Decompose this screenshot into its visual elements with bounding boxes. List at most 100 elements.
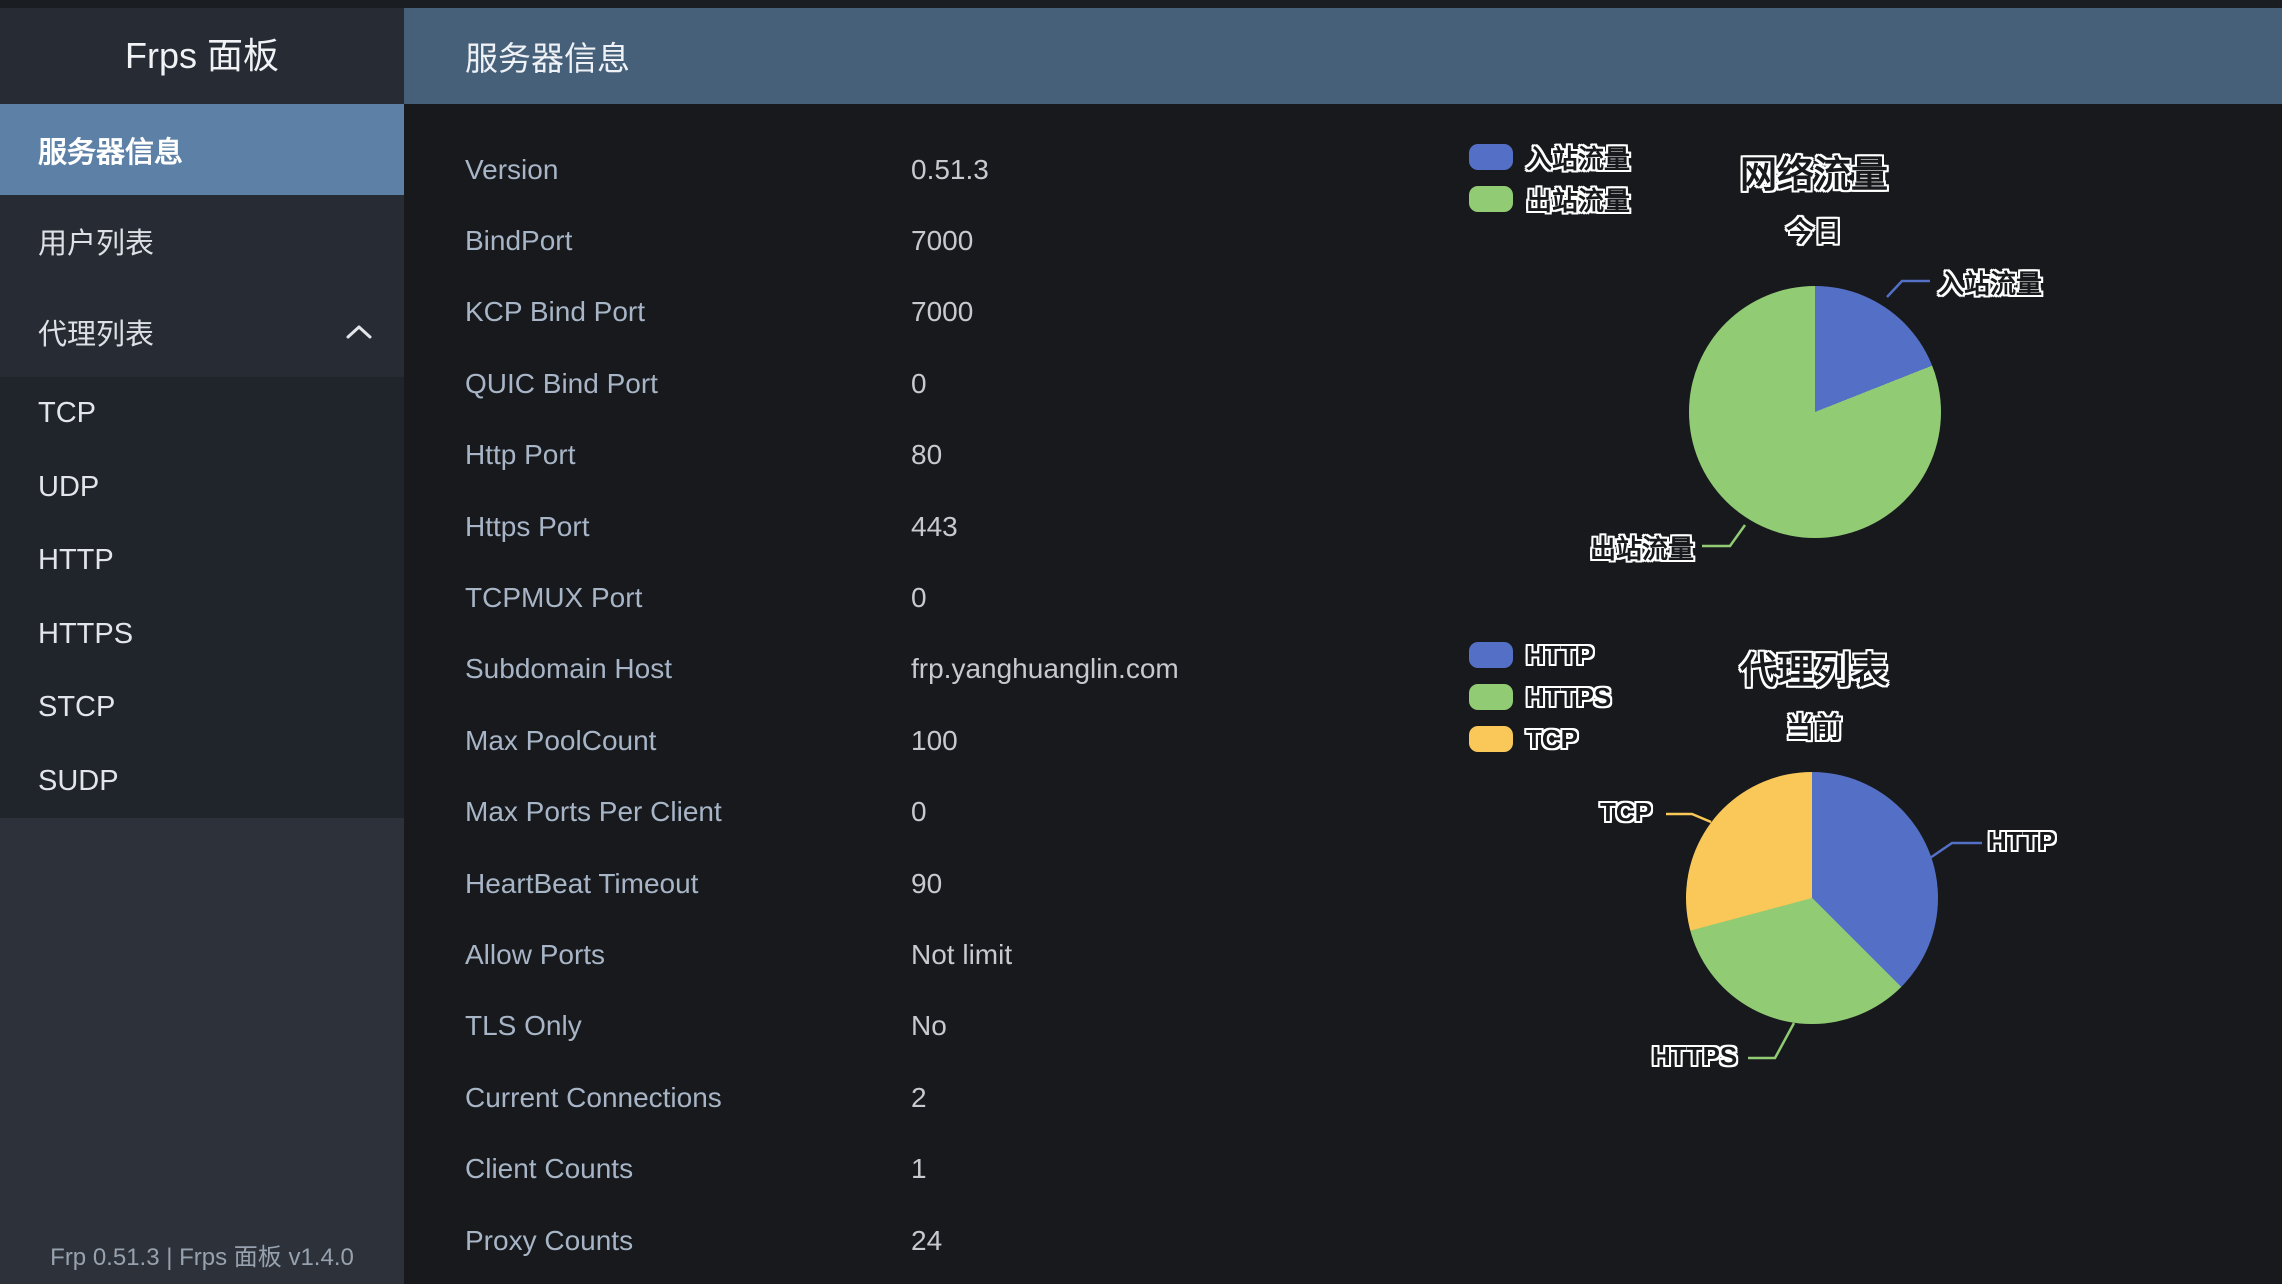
traffic-pie-chart[interactable] xyxy=(1689,286,1941,538)
sidebar-menu: 服务器信息 用户列表 代理列表 TCP UDP HTTP HTTP xyxy=(0,104,404,818)
submenu-item-label: TCP xyxy=(38,397,96,430)
pie-label-http: HTTP xyxy=(1988,826,2056,857)
proxy-pie-chart[interactable] xyxy=(1686,772,1938,1024)
row-label: QUIC Bind Port xyxy=(465,368,911,400)
row-label: BindPort xyxy=(465,225,911,257)
legend-label: TCP xyxy=(1526,724,1578,755)
row-value: 0 xyxy=(911,582,927,614)
row-label: Https Port xyxy=(465,511,911,543)
leader-line-inbound xyxy=(1887,281,1930,297)
sidebar-item-proxy-list[interactable]: 代理列表 xyxy=(0,286,404,377)
sidebar-item-label: 用户列表 xyxy=(38,220,154,262)
proxy-chart-title-block: 代理列表 当前 xyxy=(1740,640,1888,746)
row-value: 2 xyxy=(911,1082,927,1114)
pie-label-https: HTTPS xyxy=(1652,1041,1737,1072)
legend-item-http[interactable]: HTTP xyxy=(1469,642,1611,668)
submenu-item-label: HTTP xyxy=(38,544,114,577)
legend-swatch-icon xyxy=(1469,144,1513,170)
row-value: 90 xyxy=(911,868,942,900)
sidebar-item-tcp[interactable]: TCP xyxy=(0,377,404,451)
pie-label-inbound: 入站流量 xyxy=(1938,264,2042,301)
traffic-chart-title-block: 网络流量 今日 xyxy=(1740,144,1888,250)
row-value: 1 xyxy=(911,1153,927,1185)
legend-swatch-icon xyxy=(1469,186,1513,212)
table-row: Max Ports Per Client0 xyxy=(465,777,1179,848)
sidebar-item-https[interactable]: HTTPS xyxy=(0,598,404,672)
table-row: Client Counts1 xyxy=(465,1133,1179,1204)
table-row: BindPort7000 xyxy=(465,205,1179,276)
traffic-chart-legend: 入站流量 出站流量 xyxy=(1469,144,1630,212)
row-label: TCPMUX Port xyxy=(465,582,911,614)
row-label: Current Connections xyxy=(465,1082,911,1114)
sidebar-item-label: 代理列表 xyxy=(38,311,154,353)
leader-line-https xyxy=(1748,1023,1794,1058)
page-header: 服务器信息 xyxy=(404,8,2282,104)
submenu-item-label: SUDP xyxy=(38,765,119,798)
sidebar: Frps 面板 服务器信息 用户列表 代理列表 TCP UDP HTTP xyxy=(0,8,404,1284)
table-row: Version0.51.3 xyxy=(465,134,1179,205)
row-label: Client Counts xyxy=(465,1153,911,1185)
row-value: 100 xyxy=(911,725,958,757)
window-top-border xyxy=(0,0,2282,8)
app-title: Frps 面板 xyxy=(0,8,404,104)
legend-label: HTTP xyxy=(1526,640,1594,671)
proxy-submenu: TCP UDP HTTP HTTPS STCP SUDP xyxy=(0,377,404,818)
row-label: Http Port xyxy=(465,439,911,471)
row-label: Proxy Counts xyxy=(465,1225,911,1257)
legend-label: 出站流量 xyxy=(1526,181,1630,218)
table-row: Http Port80 xyxy=(465,420,1179,491)
submenu-item-label: HTTPS xyxy=(38,618,133,651)
sidebar-item-server-info[interactable]: 服务器信息 xyxy=(0,104,404,195)
submenu-item-label: UDP xyxy=(38,471,99,504)
row-label: Subdomain Host xyxy=(465,653,911,685)
table-row: HeartBeat Timeout90 xyxy=(465,848,1179,919)
leader-line-tcp xyxy=(1666,814,1711,822)
row-value: 0 xyxy=(911,368,927,400)
row-value: Not limit xyxy=(911,939,1012,971)
version-footer: Frp 0.51.3 | Frps 面板 v1.4.0 xyxy=(50,1237,354,1272)
row-label: Allow Ports xyxy=(465,939,911,971)
sidebar-footer: Frp 0.51.3 | Frps 面板 v1.4.0 xyxy=(0,818,404,1284)
sidebar-item-sudp[interactable]: SUDP xyxy=(0,745,404,819)
table-row: TCPMUX Port0 xyxy=(465,562,1179,633)
row-value: 24 xyxy=(911,1225,942,1257)
table-row: QUIC Bind Port0 xyxy=(465,348,1179,419)
table-row: Https Port443 xyxy=(465,491,1179,562)
table-row: Allow PortsNot limit xyxy=(465,919,1179,990)
server-info-table: Version0.51.3 BindPort7000 KCP Bind Port… xyxy=(465,134,1179,1276)
main-content: Version0.51.3 BindPort7000 KCP Bind Port… xyxy=(404,104,2282,1284)
legend-swatch-icon xyxy=(1469,642,1513,668)
chart-title: 代理列表 xyxy=(1740,640,1888,694)
row-value: frp.yanghuanglin.com xyxy=(911,653,1179,685)
row-label: Max Ports Per Client xyxy=(465,796,911,828)
table-row: Proxy Counts24 xyxy=(465,1205,1179,1276)
sidebar-item-udp[interactable]: UDP xyxy=(0,451,404,525)
chevron-up-icon xyxy=(344,323,374,341)
legend-item-inbound[interactable]: 入站流量 xyxy=(1469,144,1630,170)
row-label: Max PoolCount xyxy=(465,725,911,757)
row-value: 7000 xyxy=(911,225,973,257)
legend-label: 入站流量 xyxy=(1526,139,1630,176)
proxy-chart-legend: HTTP HTTPS TCP xyxy=(1469,642,1611,752)
legend-item-https[interactable]: HTTPS xyxy=(1469,684,1611,710)
legend-label: HTTPS xyxy=(1526,682,1611,713)
table-row: Subdomain Hostfrp.yanghuanglin.com xyxy=(465,634,1179,705)
legend-swatch-icon xyxy=(1469,684,1513,710)
table-row: Max PoolCount100 xyxy=(465,705,1179,776)
sidebar-item-http[interactable]: HTTP xyxy=(0,524,404,598)
leader-line-outbound xyxy=(1702,525,1745,546)
sidebar-item-label: 服务器信息 xyxy=(38,129,183,171)
chart-title: 网络流量 xyxy=(1740,144,1888,198)
row-label: TLS Only xyxy=(465,1010,911,1042)
legend-item-outbound[interactable]: 出站流量 xyxy=(1469,186,1630,212)
leader-line-http xyxy=(1930,843,1982,858)
row-label: HeartBeat Timeout xyxy=(465,868,911,900)
table-row: KCP Bind Port7000 xyxy=(465,277,1179,348)
row-value: 443 xyxy=(911,511,958,543)
sidebar-item-stcp[interactable]: STCP xyxy=(0,671,404,745)
row-label: Version xyxy=(465,154,911,186)
row-value: No xyxy=(911,1010,947,1042)
legend-item-tcp[interactable]: TCP xyxy=(1469,726,1611,752)
chart-subtitle: 今日 xyxy=(1740,210,1888,250)
sidebar-item-user-list[interactable]: 用户列表 xyxy=(0,195,404,286)
